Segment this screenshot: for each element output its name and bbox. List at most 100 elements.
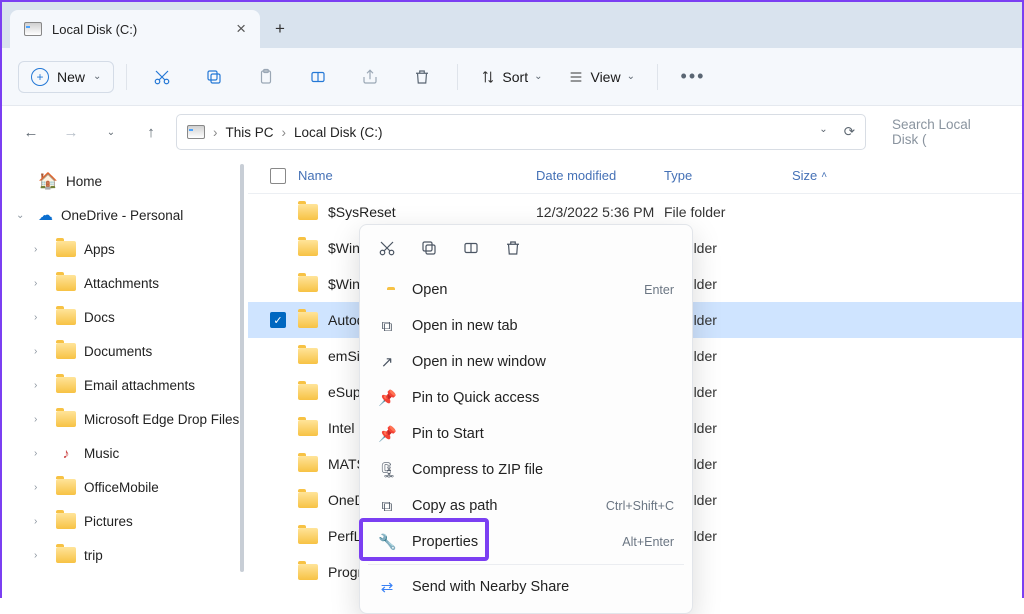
sidebar-item[interactable]: ›Documents [2,334,247,368]
separator [657,64,658,90]
rename-button[interactable] [295,57,341,97]
crumb-this-pc[interactable]: This PC [226,125,274,140]
search-input[interactable]: Search Local Disk ( [882,114,992,150]
sort-button[interactable]: Sort ⌄ [470,57,552,97]
address-dropdown-icon[interactable]: ⌄ [819,124,827,140]
chevron-right-icon[interactable]: › [34,278,48,289]
pin-icon: 📌 [378,425,396,443]
sidebar-item-onedrive[interactable]: ⌄ ☁ OneDrive - Personal [2,198,247,232]
refresh-icon[interactable]: ⟳ [844,124,855,140]
new-label: New [57,69,85,85]
paste-button[interactable] [243,57,289,97]
recent-button[interactable]: ⌄ [96,112,126,152]
sidebar-item[interactable]: ›Microsoft Edge Drop Files [2,402,247,436]
forward-button[interactable]: → [56,112,86,152]
tab-title: Local Disk (C:) [52,22,137,37]
sidebar-label: Music [84,446,119,461]
disk-icon [187,125,205,139]
music-icon: ♪ [56,445,76,461]
sidebar-item[interactable]: ›Email attachments [2,368,247,402]
folder-icon [56,275,76,291]
ctx-pin-start[interactable]: 📌Pin to Start [360,416,692,452]
cut-button[interactable] [139,57,185,97]
sidebar-item[interactable]: › trip [2,538,247,572]
context-quick-actions [360,233,692,272]
new-button[interactable]: + New ⌄ [18,61,114,93]
copy-icon[interactable] [420,239,438,262]
folder-icon [298,348,318,364]
sidebar-item[interactable]: › OfficeMobile [2,470,247,504]
ctx-copy-path[interactable]: ⧉Copy as pathCtrl+Shift+C [360,488,692,524]
chevron-down-icon: ⌄ [534,71,542,82]
col-name[interactable]: Name [298,168,536,183]
chevron-right-icon[interactable]: › [34,516,48,527]
sidebar-label: Apps [84,242,115,257]
view-label: View [590,69,620,85]
sidebar-scrollbar[interactable] [240,164,244,572]
ctx-pin-quick-access[interactable]: 📌Pin to Quick access [360,380,692,416]
col-size[interactable]: Size˄ [792,168,872,183]
col-date[interactable]: Date modified [536,168,664,183]
folder-icon [56,241,76,257]
sidebar-item[interactable]: ›Pictures [2,504,247,538]
address-bar[interactable]: › This PC › Local Disk (C:) ⌄ ⟳ [176,114,866,150]
chevron-down-icon[interactable]: ⌄ [16,210,30,221]
cell-type: File folder [664,204,792,220]
view-button[interactable]: View ⌄ [558,57,644,97]
folder-icon [56,547,76,563]
chevron-right-icon[interactable]: › [34,414,48,425]
col-type[interactable]: Type [664,168,792,183]
folder-icon [56,377,76,393]
cloud-icon: ☁ [38,206,53,224]
chevron-down-icon: ⌄ [627,71,635,82]
sort-label: Sort [502,69,528,85]
ctx-compress-zip[interactable]: 🗜Compress to ZIP file [360,452,692,488]
sidebar-item[interactable]: › Apps [2,232,247,266]
ctx-open-new-window[interactable]: ↗Open in new window [360,344,692,380]
back-button[interactable]: ← [16,112,46,152]
sidebar-label: trip [84,548,103,563]
ctx-open-new-tab[interactable]: ⧉Open in new tab [360,308,692,344]
context-menu: OpenEnter ⧉Open in new tab ↗Open in new … [359,224,693,614]
rename-icon[interactable] [462,239,480,262]
tab-local-disk[interactable]: Local Disk (C:) × [10,10,260,48]
share-button[interactable] [347,57,393,97]
sidebar-item[interactable]: › ♪ Music [2,436,247,470]
sidebar-item[interactable]: ›Docs [2,300,247,334]
sidebar-label: OneDrive - Personal [61,208,183,223]
chevron-right-icon[interactable]: › [34,482,48,493]
chevron-right-icon[interactable]: › [34,312,48,323]
folder-icon [298,528,318,544]
copy-button[interactable] [191,57,237,97]
folder-icon [298,384,318,400]
cell-name: $SysReset [298,204,536,220]
chevron-right-icon[interactable]: › [34,244,48,255]
ctx-nearby-share[interactable]: ⇄Send with Nearby Share [360,569,692,605]
crumb-current[interactable]: Local Disk (C:) [294,125,383,140]
chevron-right-icon[interactable]: › [34,550,48,561]
select-all-checkbox[interactable] [270,168,298,184]
folder-icon [298,420,318,436]
close-tab-icon[interactable]: × [236,19,246,39]
new-tab-button[interactable]: + [260,10,300,48]
more-button[interactable]: ••• [670,57,716,97]
sidebar-item[interactable]: › Attachments [2,266,247,300]
chevron-right-icon[interactable]: › [34,380,48,391]
delete-icon[interactable] [504,239,522,262]
ctx-open[interactable]: OpenEnter [360,272,692,308]
folder-icon [298,312,318,328]
folder-icon [298,456,318,472]
delete-button[interactable] [399,57,445,97]
chevron-right-icon[interactable]: › [34,346,48,357]
sidebar-label: Attachments [84,276,159,291]
ctx-properties[interactable]: 🔧PropertiesAlt+Enter [360,524,692,560]
cut-icon[interactable] [378,239,396,262]
folder-icon [298,564,318,580]
folder-icon [56,411,76,427]
row-checkbox[interactable]: ✓ [270,312,298,328]
chevron-right-icon[interactable]: › [34,448,48,459]
folder-icon [298,240,318,256]
sidebar-label: OfficeMobile [84,480,159,495]
up-button[interactable]: ↑ [136,112,166,152]
sidebar-item-home[interactable]: 🏠 Home [2,164,247,198]
